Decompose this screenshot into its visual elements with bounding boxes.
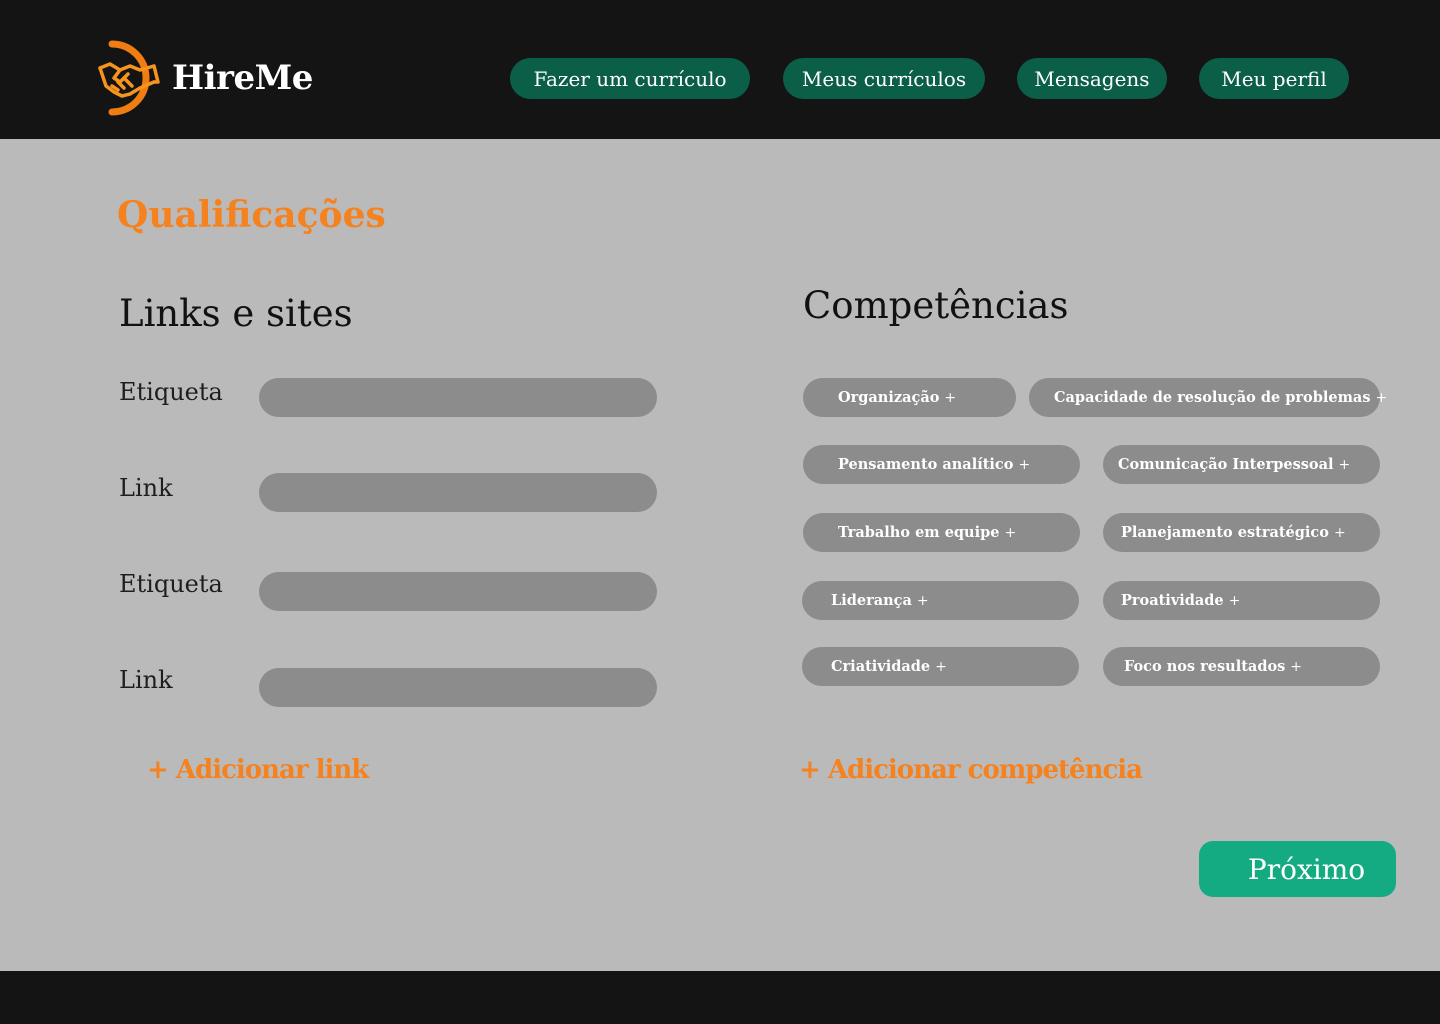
skill-label: Trabalho em equipe [838, 524, 1000, 541]
plus-icon: + [1290, 658, 1303, 675]
skills-section-title: Competências [803, 284, 1069, 327]
add-skill-button[interactable]: + Adicionar competência [799, 755, 1143, 785]
nav-mensagens-button[interactable]: Mensagens [1017, 58, 1167, 99]
label-link-2: Link [119, 666, 173, 694]
link-input-2[interactable] [259, 668, 657, 707]
skill-label: Criatividade [831, 658, 931, 675]
links-section-title: Links e sites [119, 292, 353, 335]
plus-icon: + [1338, 456, 1351, 473]
plus-icon: + [1004, 524, 1017, 541]
plus-icon: + [916, 592, 929, 609]
skill-label: Planejamento estratégico [1121, 524, 1329, 541]
skill-chip-trabalho-equipe[interactable]: Trabalho em equipe + [803, 513, 1080, 552]
skill-chip-foco-resultados[interactable]: Foco nos resultados + [1103, 647, 1380, 686]
link-input-1[interactable] [259, 473, 657, 512]
nav-fazer-curriculo-button[interactable]: Fazer um currículo [510, 58, 750, 99]
skill-chip-comunicacao[interactable]: Comunicação Interpessoal + [1103, 445, 1380, 484]
skill-chip-proatividade[interactable]: Proatividade + [1103, 581, 1380, 620]
nav-meu-perfil-button[interactable]: Meu perfil [1199, 58, 1349, 99]
plus-icon: + [944, 389, 957, 406]
label-etiqueta-1: Etiqueta [119, 378, 223, 406]
skill-label: Comunicação Interpessoal [1118, 456, 1334, 473]
plus-icon: + [1375, 389, 1388, 406]
logo-text: HireMe [172, 58, 313, 98]
add-link-button[interactable]: + Adicionar link [147, 755, 369, 785]
label-link-1: Link [119, 474, 173, 502]
skill-chip-resolucao-problemas[interactable]: Capacidade de resolução de problemas + [1029, 378, 1387, 417]
skill-label: Organização [838, 389, 940, 406]
skill-chip-pensamento-analitico[interactable]: Pensamento analítico + [803, 445, 1080, 484]
skill-chip-planejamento[interactable]: Planejamento estratégico + [1103, 513, 1380, 552]
next-button[interactable]: Próximo [1199, 841, 1396, 897]
plus-icon: + [935, 658, 947, 675]
skill-label: Foco nos resultados [1124, 658, 1286, 675]
footer-bar [0, 971, 1440, 1024]
top-header: HireMe Fazer um currículo Meus currículo… [0, 0, 1440, 139]
etiqueta-input-2[interactable] [259, 572, 657, 611]
label-etiqueta-2: Etiqueta [119, 570, 223, 598]
skill-label: Proatividade [1121, 592, 1224, 609]
plus-icon: + [1018, 456, 1031, 473]
skill-label: Liderança [831, 592, 912, 609]
page-title: Qualificações [117, 194, 386, 236]
plus-icon: + [1333, 524, 1346, 541]
plus-icon: + [1228, 592, 1241, 609]
logo[interactable]: HireMe [96, 38, 313, 118]
etiqueta-input-1[interactable] [259, 378, 657, 417]
skill-chip-lideranca[interactable]: Liderança + [802, 581, 1079, 620]
skill-chip-organizacao[interactable]: Organização + [803, 378, 1016, 417]
skill-chip-criatividade[interactable]: Criatividade + [802, 647, 1079, 686]
skill-label: Pensamento analítico [838, 456, 1014, 473]
handshake-icon [98, 40, 160, 116]
skill-label: Capacidade de resolução de problemas [1054, 389, 1371, 406]
nav-meus-curriculos-button[interactable]: Meus currículos [783, 58, 985, 99]
